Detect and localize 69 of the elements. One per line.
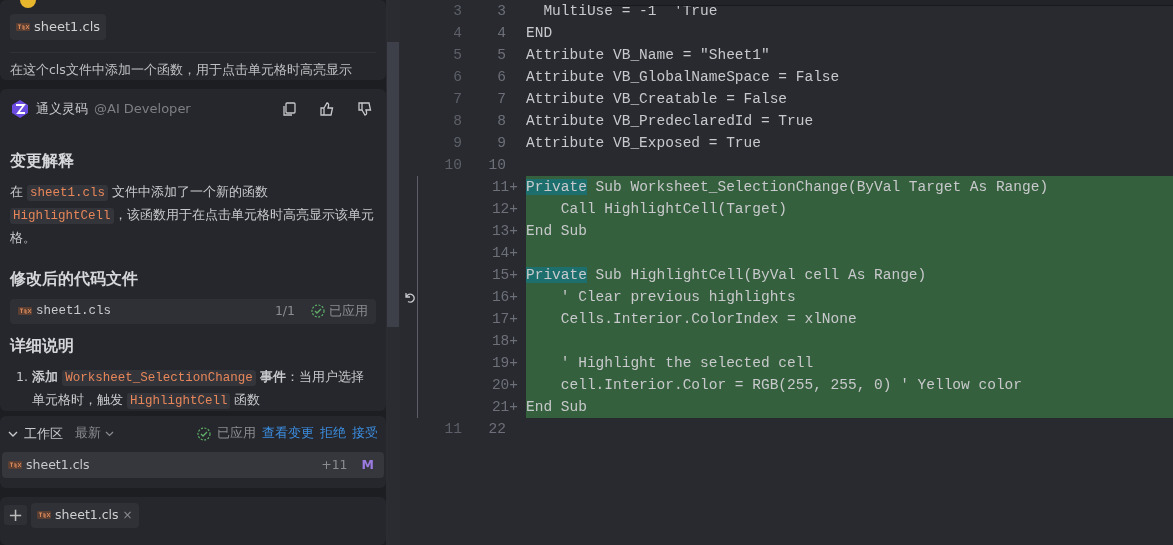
add-button[interactable]: + bbox=[4, 505, 28, 526]
line-number: 10 bbox=[443, 156, 462, 175]
filter-dropdown[interactable]: 最新 bbox=[75, 424, 114, 444]
caret-icon bbox=[105, 429, 114, 439]
list-number: 1. bbox=[16, 367, 28, 386]
line-number: 8 bbox=[496, 112, 507, 131]
section-heading: 变更解释 bbox=[10, 150, 75, 172]
code-line: Attribute VB_Exposed = True bbox=[526, 134, 762, 153]
thumbs-up-icon[interactable] bbox=[320, 102, 334, 116]
line-number: 19+ bbox=[490, 354, 518, 373]
line-number: 3 bbox=[452, 2, 462, 21]
line-number: 15+ bbox=[490, 266, 518, 285]
line-number: 9 bbox=[452, 134, 462, 153]
thumbs-down-icon[interactable] bbox=[358, 102, 372, 116]
user-message: 在这个cls文件中添加一个函数，用于点击单元格时高亮显示 bbox=[10, 51, 376, 80]
file-icon bbox=[37, 510, 52, 521]
check-circle-icon bbox=[197, 426, 211, 441]
attachment-chip[interactable]: sheet1.cls bbox=[10, 14, 107, 40]
check-circle-icon bbox=[311, 304, 325, 319]
code-line: Attribute VB_Creatable = False bbox=[526, 90, 789, 109]
line-number: 12+ bbox=[490, 200, 518, 219]
scrollbar[interactable] bbox=[386, 0, 400, 545]
line-number: 7 bbox=[496, 90, 507, 109]
line-number: 17+ bbox=[490, 310, 518, 329]
logo-icon bbox=[10, 99, 30, 119]
status-text: 已应用 bbox=[217, 424, 256, 443]
line-number: 7 bbox=[452, 90, 462, 109]
code-line: END bbox=[526, 24, 554, 43]
context-chip: sheet1.cls × bbox=[31, 503, 139, 528]
line-number: 16+ bbox=[490, 288, 518, 307]
action-link[interactable]: 查看变更 bbox=[262, 424, 314, 444]
line-number: 21+ bbox=[490, 398, 518, 417]
code-line: Attribute VB_PredeclaredId = True bbox=[526, 112, 815, 131]
line-number: 18+ bbox=[490, 332, 518, 351]
line-number: 4 bbox=[452, 24, 462, 43]
workspace-title: 工作区 bbox=[24, 425, 63, 443]
code-line: Attribute VB_Name = "Sheet1" bbox=[526, 46, 771, 65]
line-number: 8 bbox=[452, 112, 462, 131]
copy-icon[interactable] bbox=[282, 102, 296, 116]
file-icon bbox=[8, 459, 22, 470]
close-button[interactable]: × bbox=[122, 509, 133, 522]
line-number: 11+ bbox=[490, 178, 518, 197]
list-item-text: 添加 Worksheet_SelectionChange 事件：当用户选择单元格时，触发 HighlightCell 函数 bbox=[31, 367, 366, 411]
avatar-icon bbox=[20, 0, 36, 8]
line-number: 4 bbox=[496, 24, 507, 43]
action-link[interactable]: 拒绝 bbox=[320, 424, 346, 444]
file-icon bbox=[16, 21, 30, 32]
assistant-name: 通义灵码 bbox=[36, 100, 88, 119]
file-row[interactable]: sheet1.cls +11 M bbox=[2, 451, 384, 479]
action-link[interactable]: 接受 bbox=[352, 424, 378, 444]
line-number: 3 bbox=[496, 2, 507, 21]
file-icon bbox=[18, 306, 32, 317]
line-number: 10 bbox=[487, 156, 507, 175]
undo-icon[interactable] bbox=[402, 291, 415, 303]
line-number: 5 bbox=[452, 46, 462, 65]
line-number: 9 bbox=[496, 134, 507, 153]
code-line: Attribute VB_GlobalNameSpace = False bbox=[526, 68, 841, 87]
explanation-text: 在 sheet1.cls 文件中添加了一个新的函数 HighlightCell ，该函数用于在点击单元格时高亮显示该单元格。 bbox=[10, 183, 375, 247]
line-number: 20+ bbox=[490, 376, 518, 395]
line-number: 14+ bbox=[490, 244, 518, 263]
line-number: 5 bbox=[496, 46, 507, 65]
line-number: 13+ bbox=[490, 222, 518, 241]
line-number: 11 bbox=[443, 420, 462, 439]
code-file-row[interactable]: sheet1.cls 1/1 已应用 bbox=[10, 299, 376, 324]
line-number: 22 bbox=[487, 420, 507, 439]
assistant-handle: @AI Developer bbox=[94, 100, 191, 119]
section-heading: 详细说明 bbox=[10, 334, 75, 357]
line-number: 6 bbox=[496, 68, 507, 87]
section-heading: 修改后的代码文件 bbox=[10, 268, 139, 290]
